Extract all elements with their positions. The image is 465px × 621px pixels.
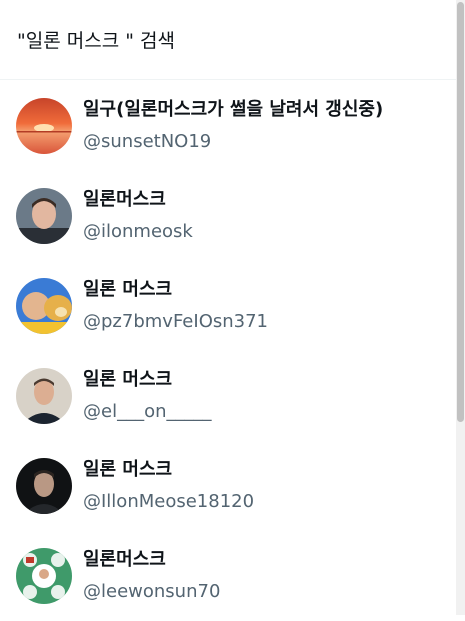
user-handle: @sunsetNO19 — [83, 131, 212, 152]
user-handle: @ilonmeosk — [83, 221, 193, 242]
man-suit-avatar[interactable] — [16, 368, 72, 424]
list-item[interactable]: 일론 머스크 @IllonMeose18120 — [0, 441, 456, 531]
display-name: 일론 머스크 — [83, 459, 173, 480]
user-handle: @leewonsun70 — [83, 581, 221, 602]
list-item[interactable]: 일론 머스크 @pz7bmvFeIOsn371 — [0, 261, 456, 351]
search-results-list: 일구(일론머스크가 썰을 날려서 갱신중) @sunsetNO19 일론머스크 … — [0, 81, 456, 621]
user-handle: @pz7bmvFeIOsn371 — [83, 311, 269, 332]
scrollbar-thumb[interactable] — [457, 2, 464, 422]
list-item[interactable]: 일론 머스크 @el___on_____ — [0, 351, 456, 441]
man-dark-avatar[interactable] — [16, 458, 72, 514]
display-name: 일구(일론머스크가 썰을 날려서 갱신중) — [83, 99, 384, 120]
list-item[interactable]: 일구(일론머스크가 썰을 날려서 갱신중) @sunsetNO19 — [0, 81, 456, 171]
display-name: 일론 머스크 — [83, 279, 173, 300]
display-name: 일론머스크 — [83, 549, 166, 570]
man-portrait-avatar[interactable] — [16, 188, 72, 244]
doge-meme-avatar[interactable] — [16, 278, 72, 334]
page-title: "일론 머스크 " 검색 — [17, 30, 175, 52]
display-name: 일론머스크 — [83, 189, 166, 210]
scrollbar[interactable] — [456, 0, 465, 615]
user-handle: @IllonMeose18120 — [83, 491, 255, 512]
list-item[interactable]: 일론머스크 @leewonsun70 — [0, 531, 456, 621]
display-name: 일론 머스크 — [83, 369, 173, 390]
list-item[interactable]: 일론머스크 @ilonmeosk — [0, 171, 456, 261]
search-header: "일론 머스크 " 검색 — [0, 0, 465, 80]
collage-avatar[interactable] — [16, 548, 72, 604]
user-handle: @el___on_____ — [83, 401, 212, 422]
sunset-avatar[interactable] — [16, 98, 72, 154]
